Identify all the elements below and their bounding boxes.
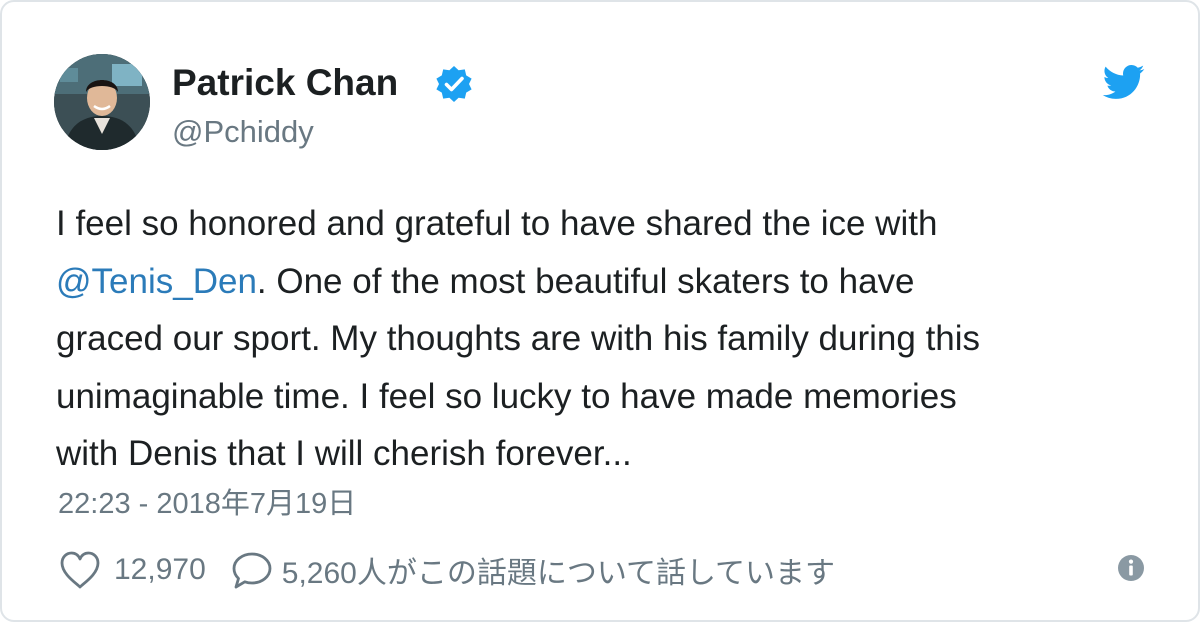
tweet-text-segment: unimaginable time. I feel so lucky to ha…: [56, 376, 957, 416]
tweet-line: I feel so honored and grateful to have s…: [56, 195, 1166, 253]
speech-bubble-icon: [230, 550, 274, 590]
tweet-text-segment: with Denis that I will cherish forever..…: [56, 434, 632, 473]
heart-icon: [58, 550, 102, 590]
conversation-count: 5,260人がこの話題について話しています: [281, 557, 836, 590]
verified-badge-icon: [434, 64, 474, 104]
tweet-text-segment: . One of the most beautiful skaters to h…: [256, 261, 915, 301]
info-icon[interactable]: [1117, 554, 1145, 582]
tweet-text-segment: I feel so honored and grateful to have s…: [56, 204, 938, 243]
tweet-card: Patrick Chan @Pchiddy I feel so honored …: [0, 0, 1200, 622]
avatar-image: [54, 54, 150, 150]
author-handle[interactable]: @Pchiddy: [172, 114, 314, 150]
tweet-line: unimaginable time. I feel so lucky to ha…: [56, 368, 1166, 426]
tweet-line: graced our sport. My thoughts are with h…: [56, 310, 1166, 368]
tweet-text: I feel so honored and grateful to have s…: [56, 195, 1166, 483]
avatar[interactable]: [54, 54, 150, 150]
tweet-line: @Tenis_Den. One of the most beautiful sk…: [56, 253, 1166, 311]
like-button[interactable]: 12,970: [58, 550, 206, 590]
tweet-actions: 12,970 5,260人がこの話題について話しています: [58, 548, 835, 592]
mention-link[interactable]: @Tenis_Den: [56, 262, 257, 301]
tweet-line: with Denis that I will cherish forever..…: [56, 425, 1166, 483]
tweet-timestamp[interactable]: 22:23 - 2018年7月19日: [58, 480, 356, 522]
tweet-text-segment: graced our sport. My thoughts are with h…: [56, 319, 981, 358]
author-name[interactable]: Patrick Chan: [172, 62, 398, 104]
reply-button[interactable]: 5,260人がこの話題について話しています: [230, 548, 835, 592]
like-count: 12,970: [114, 553, 206, 586]
twitter-bird-icon[interactable]: [1101, 62, 1145, 102]
